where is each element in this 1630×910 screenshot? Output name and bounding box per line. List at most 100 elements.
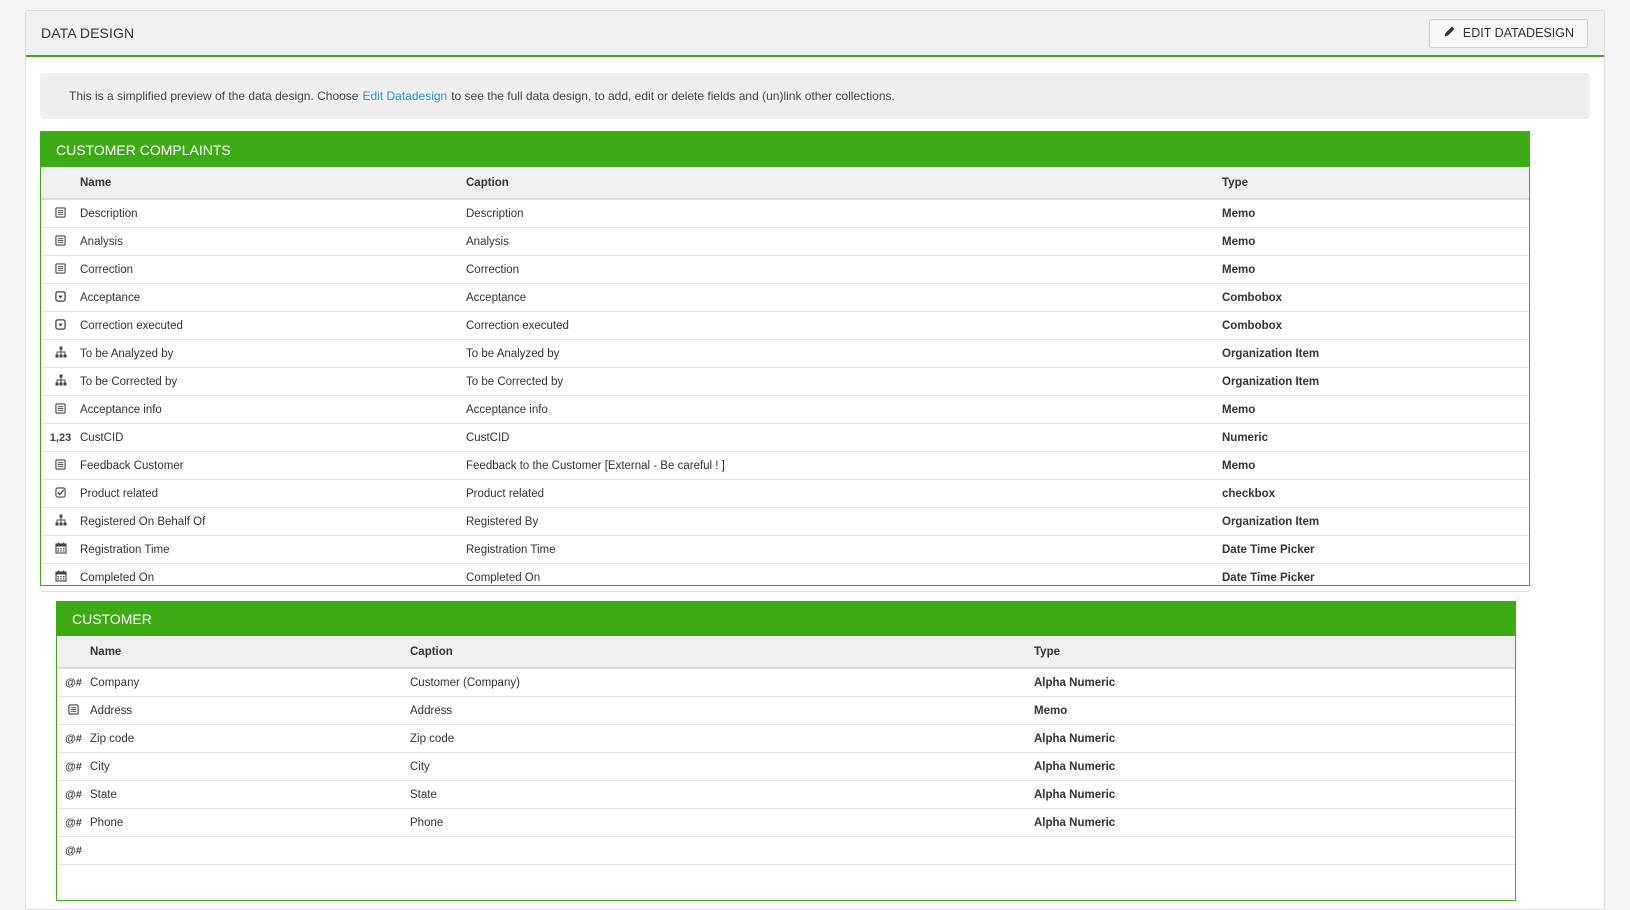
- field-type-name-cell: Alpha Numeric: [1034, 780, 1515, 809]
- field-name-cell: Registered On Behalf Of: [80, 507, 466, 536]
- section-title: CUSTOMER: [57, 602, 1515, 636]
- field-name-cell: Correction executed: [80, 311, 466, 340]
- table-row: Correction executed Correction executed Co…: [41, 311, 1529, 340]
- pencil-icon: [1443, 25, 1456, 41]
- table-row: @#: [57, 836, 1515, 865]
- field-caption-cell: Acceptance: [466, 283, 1222, 312]
- field-name-cell: Acceptance info: [80, 395, 466, 424]
- field-type-name-cell: Memo: [1222, 227, 1529, 256]
- edit-datadesign-link[interactable]: Edit Datadesign: [362, 89, 447, 103]
- edit-datadesign-label: EDIT DATADESIGN: [1462, 26, 1574, 40]
- field-caption-cell: Description: [466, 199, 1222, 228]
- caption-column-header: Caption: [466, 167, 1222, 200]
- table-row: Registered On Behalf Of Registered By Orga…: [41, 507, 1529, 536]
- table-row: @# Phone Phone Alpha Numeric: [57, 808, 1515, 837]
- table-row: Correction Correction Memo: [41, 255, 1529, 284]
- field-type-name-cell: Date Time Picker: [1222, 563, 1529, 592]
- alphanumeric-icon: @#: [65, 732, 82, 745]
- field-type-cell: @#: [57, 668, 90, 697]
- field-caption-cell: [410, 836, 1034, 865]
- field-type-name-cell: Date Time Picker: [1222, 535, 1529, 564]
- field-type-name-cell: Alpha Numeric: [1034, 668, 1515, 697]
- field-type-name-cell: Alpha Numeric: [1034, 808, 1515, 837]
- field-name-cell: Company: [90, 668, 410, 697]
- org-icon: [55, 374, 67, 389]
- alphanumeric-icon: @#: [65, 788, 82, 801]
- field-type-cell: @#: [57, 808, 90, 837]
- edit-datadesign-button[interactable]: EDIT DATADESIGN: [1428, 18, 1588, 48]
- field-caption-cell: State: [410, 780, 1034, 809]
- field-type-cell: @#: [57, 836, 90, 865]
- customer-complaints-section: CUSTOMER COMPLAINTS Name Caption Type De…: [40, 131, 1530, 592]
- field-type-cell: [41, 199, 80, 228]
- table-row: Product related Product related checkbox: [41, 479, 1529, 508]
- field-caption-cell: Zip code: [410, 724, 1034, 753]
- table-row: @# City City Alpha Numeric: [57, 752, 1515, 781]
- table-row: 1,23 CustCID CustCID Numeric: [41, 423, 1529, 452]
- field-name-cell: Acceptance: [80, 283, 466, 312]
- field-name-cell: To be Analyzed by: [80, 339, 466, 368]
- memo-icon: [55, 458, 66, 473]
- name-column-header: Name: [90, 636, 410, 669]
- org-icon: [55, 514, 67, 529]
- field-caption-cell: Address: [410, 696, 1034, 725]
- checkbox-icon: [55, 486, 66, 501]
- field-type-name-cell: Organization Item: [1222, 367, 1529, 396]
- page-title: DATA DESIGN: [41, 25, 135, 41]
- table-row: Address Address Memo: [57, 696, 1515, 725]
- field-type-name-cell: Combobox: [1222, 283, 1529, 312]
- field-type-cell: [41, 563, 80, 592]
- table-header-row: Name Caption Type: [57, 636, 1515, 669]
- field-name-cell: Feedback Customer: [80, 451, 466, 480]
- field-caption-cell: Acceptance info: [466, 395, 1222, 424]
- field-type-cell: [41, 395, 80, 424]
- field-caption-cell: Phone: [410, 808, 1034, 837]
- field-type-cell: [41, 535, 80, 564]
- table-row: Analysis Analysis Memo: [41, 227, 1529, 256]
- field-type-name-cell: Organization Item: [1222, 339, 1529, 368]
- customer-table: Name Caption Type @# Company Customer (Com…: [57, 636, 1515, 865]
- field-type-name-cell: Organization Item: [1222, 507, 1529, 536]
- memo-icon: [55, 262, 66, 277]
- name-column-header: Name: [80, 167, 466, 200]
- alphanumeric-icon: @#: [65, 844, 82, 857]
- memo-icon: [55, 234, 66, 249]
- table-row: @# Company Customer (Company) Alpha Numeric: [57, 668, 1515, 697]
- field-name-cell: Address: [90, 696, 410, 725]
- memo-icon: [55, 206, 66, 221]
- table-row: Acceptance info Acceptance info Memo: [41, 395, 1529, 424]
- field-type-cell: @#: [57, 752, 90, 781]
- field-name-cell: [90, 836, 410, 865]
- field-type-name-cell: [1034, 836, 1515, 865]
- table-row: To be Analyzed by To be Analyzed by Organi…: [41, 339, 1529, 368]
- field-type-cell: [41, 255, 80, 284]
- field-type-cell: [57, 696, 90, 725]
- field-type-name-cell: Memo: [1222, 395, 1529, 424]
- field-caption-cell: Feedback to the Customer [External - Be …: [466, 451, 1222, 480]
- info-text-after: to see the full data design, to add, edi…: [451, 89, 895, 103]
- caption-column-header: Caption: [410, 636, 1034, 669]
- calendar-icon: [54, 570, 67, 585]
- field-caption-cell: CustCID: [466, 423, 1222, 452]
- calendar-icon: [54, 542, 67, 557]
- combobox-icon: [55, 318, 66, 333]
- field-type-cell: [41, 283, 80, 312]
- combobox-icon: [55, 290, 66, 305]
- field-type-cell: @#: [57, 724, 90, 753]
- field-name-cell: To be Corrected by: [80, 367, 466, 396]
- field-caption-cell: City: [410, 752, 1034, 781]
- table-row: Feedback Customer Feedback to the Custome…: [41, 451, 1529, 480]
- complaints-table: Name Caption Type Description Description…: [41, 167, 1529, 592]
- customer-section: CUSTOMER Name Caption Type @# Company Cust…: [56, 601, 1516, 901]
- field-name-cell: State: [90, 780, 410, 809]
- org-icon: [55, 346, 67, 361]
- panel-header: DATA DESIGN EDIT DATADESIGN: [26, 11, 1604, 57]
- field-type-name-cell: Alpha Numeric: [1034, 752, 1515, 781]
- alphanumeric-icon: @#: [65, 760, 82, 773]
- field-type-cell: @#: [57, 780, 90, 809]
- field-caption-cell: Registration Time: [466, 535, 1222, 564]
- field-caption-cell: Correction executed: [466, 311, 1222, 340]
- field-caption-cell: Registered By: [466, 507, 1222, 536]
- field-name-cell: Description: [80, 199, 466, 228]
- field-caption-cell: Customer (Company): [410, 668, 1034, 697]
